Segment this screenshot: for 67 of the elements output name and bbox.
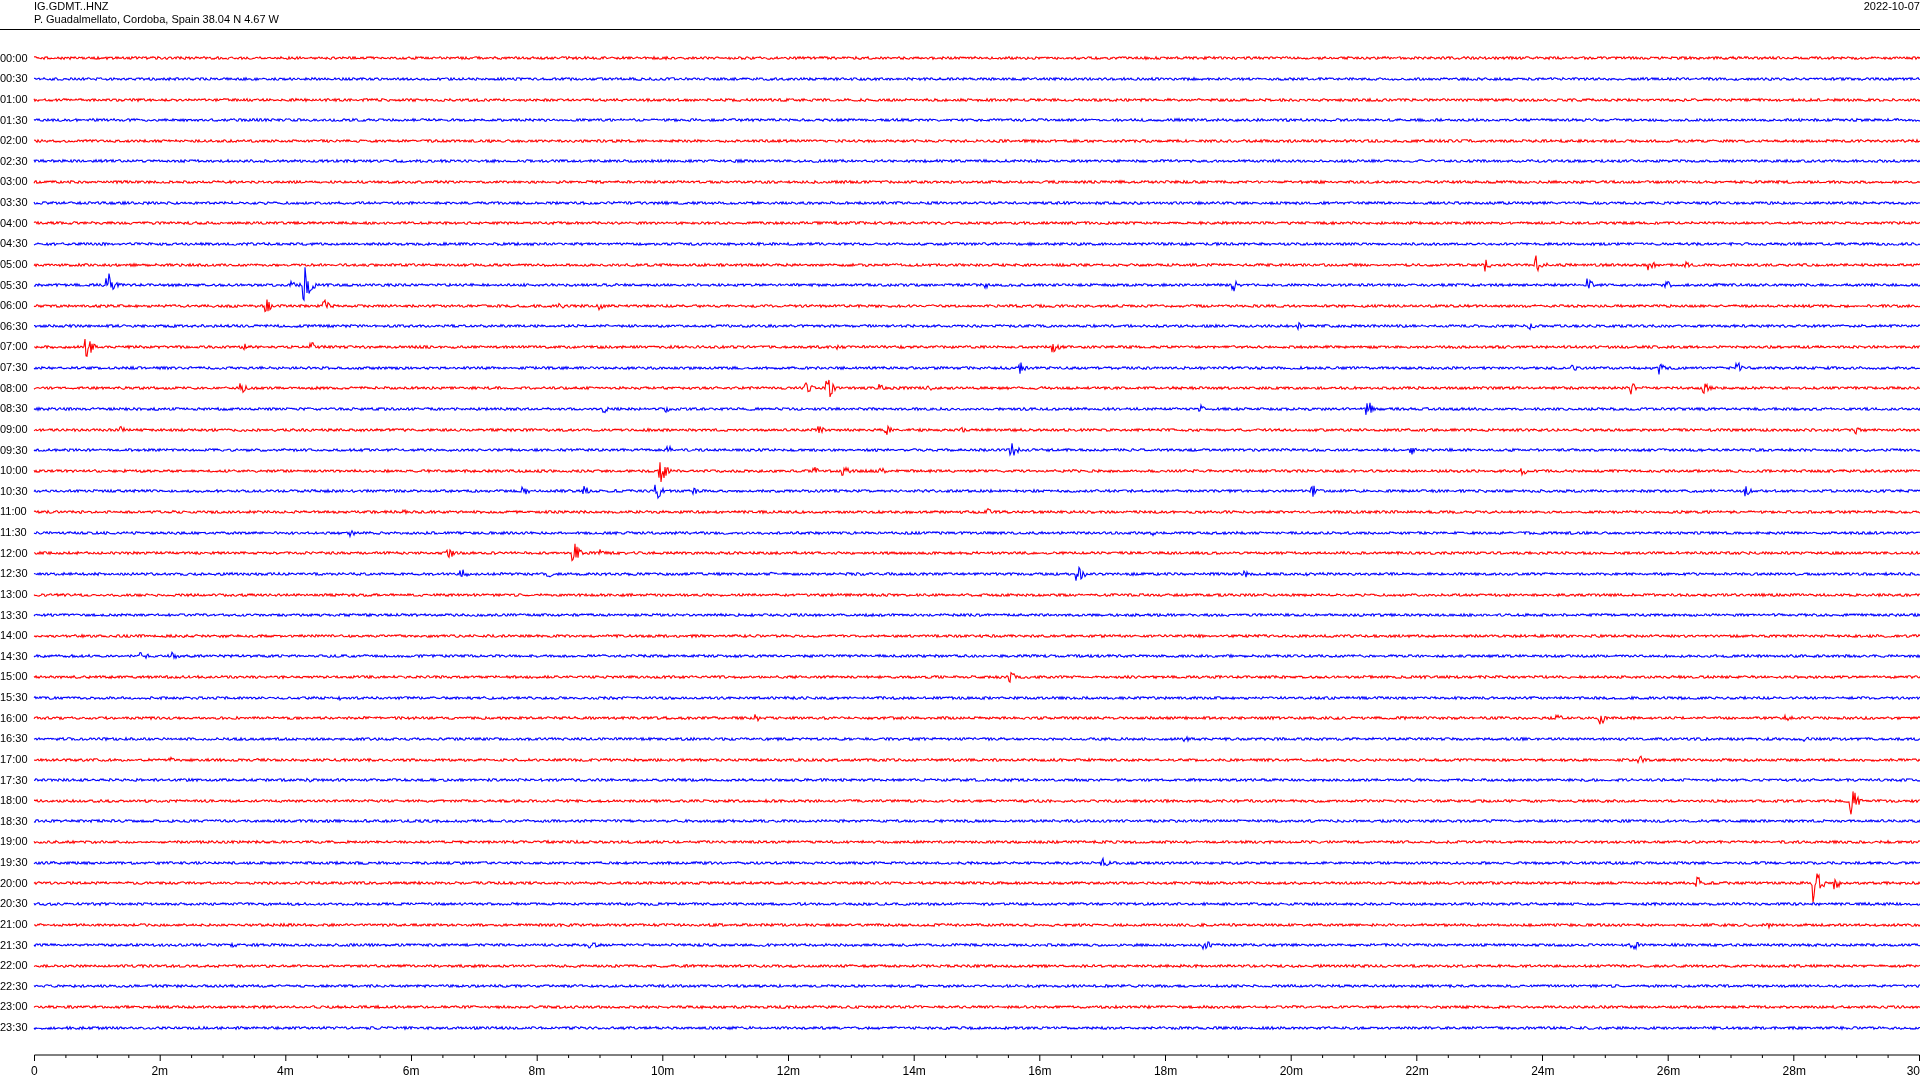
trace-time-label: 00:30: [0, 72, 29, 86]
trace-time-label: 06:30: [0, 319, 29, 334]
axis-tick-label: 2m: [151, 1064, 169, 1079]
trace-time-label: 12:00: [0, 546, 29, 560]
axis-tick-label: 6m: [402, 1064, 420, 1079]
date-label: 2022-10-07: [1863, 0, 1920, 14]
trace-time-label: 13:00: [0, 587, 29, 602]
trace-time-label: 23:00: [0, 1000, 29, 1014]
trace-time-label: 10:00: [0, 464, 29, 478]
trace-time-label: 17:00: [0, 752, 29, 767]
trace-time-label: 15:00: [0, 670, 29, 684]
trace-time-label: 21:00: [0, 917, 29, 932]
axis-tick-label: 20m: [1279, 1064, 1303, 1079]
trace-time-label: 00:00: [0, 51, 29, 65]
trace-time-label: 23:30: [0, 1021, 29, 1035]
trace-time-label: 11:30: [0, 526, 28, 540]
axis-tick-label: 24m: [1531, 1064, 1555, 1079]
axis-tick-label: 14m: [902, 1064, 926, 1079]
trace-time-label: 01:00: [0, 92, 29, 107]
trace-time-label: 17:30: [0, 773, 29, 787]
trace-time-label: 16:30: [0, 732, 29, 746]
trace-time-label: 18:30: [0, 814, 29, 829]
trace-time-label: 07:00: [0, 340, 29, 354]
trace-time-label: 22:00: [0, 959, 29, 973]
trace-time-label: 18:00: [0, 794, 29, 808]
trace-time-label: 02:30: [0, 154, 29, 169]
trace-time-label: 09:30: [0, 443, 29, 457]
trace-time-label: 19:30: [0, 856, 29, 870]
axis-tick-label: 10m: [651, 1064, 675, 1079]
trace-time-label: 09:00: [0, 422, 29, 437]
trace-time-label: 12:30: [0, 567, 29, 581]
trace-time-label: 05:00: [0, 257, 29, 272]
axis-tick-label: 30: [1906, 1064, 1920, 1079]
trace-time-label: 14:30: [0, 649, 29, 664]
trace-time-label: 14:00: [0, 629, 29, 643]
trace-time-label: 19:00: [0, 835, 29, 849]
axis-tick-label: 26m: [1656, 1064, 1681, 1079]
axis-tick-label: 22m: [1405, 1064, 1429, 1079]
trace-time-label: 06:00: [0, 299, 29, 313]
trace-time-label: 11:00: [0, 505, 28, 519]
trace-time-label: 13:30: [0, 608, 29, 622]
trace-time-label: 04:00: [0, 216, 29, 230]
axis-tick-label: 8m: [528, 1064, 546, 1079]
trace-time-label: 07:30: [0, 361, 29, 375]
trace-time-label: 22:30: [0, 979, 29, 994]
trace-time-label: 21:30: [0, 938, 29, 952]
trace-time-label: 04:30: [0, 237, 29, 251]
trace-time-label: 05:30: [0, 278, 29, 292]
station-location: P. Guadalmellato, Cordoba, Spain 38.04 N 4.67 W: [34, 13, 279, 27]
axis-tick-label: 4m: [277, 1064, 294, 1079]
trace-time-label: 03:30: [0, 196, 29, 210]
trace-time-label: 15:30: [0, 691, 29, 705]
axis-tick-label: 12m: [776, 1064, 801, 1079]
axis-tick-label: 16m: [1028, 1064, 1052, 1079]
axis-tick-label: 0: [31, 1064, 38, 1079]
trace-time-label: 20:00: [0, 876, 29, 890]
trace-time-label: 10:30: [0, 484, 29, 499]
axis-tick-label: 18m: [1153, 1064, 1178, 1079]
trace-time-label: 08:00: [0, 381, 29, 395]
trace-time-label: 20:30: [0, 897, 29, 911]
trace-time-label: 02:00: [0, 134, 29, 148]
axis-tick-label: 28m: [1782, 1064, 1806, 1079]
trace-time-label: 08:30: [0, 402, 29, 416]
trace-time-label: 01:30: [0, 113, 29, 127]
trace-time-label: 03:00: [0, 175, 29, 189]
trace-time-label: 16:00: [0, 711, 29, 725]
station-code: IG.GDMT..HNZ: [34, 0, 109, 14]
